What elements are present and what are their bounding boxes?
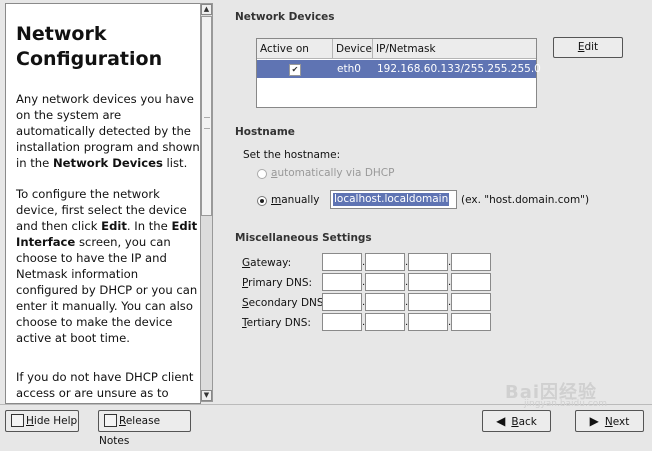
manual-radio-label[interactable]: manually: [271, 194, 319, 206]
misc-field-label: Secondary DNS:: [242, 297, 328, 309]
back-button[interactable]: ◀ Back: [482, 410, 551, 432]
scroll-down-icon[interactable]: ▼: [201, 390, 212, 401]
misc-settings-heading: Miscellaneous Settings: [235, 232, 372, 244]
ip-octet-input[interactable]: [365, 273, 405, 291]
hostname-example: (ex. "host.domain.com"): [461, 194, 590, 206]
watermark-url: jingyan.baidu.com: [524, 399, 608, 409]
help-title: Network Configuration: [16, 23, 163, 70]
ip-octet-input[interactable]: [451, 313, 491, 331]
network-devices-heading: Network Devices: [235, 11, 335, 23]
release-notes-button[interactable]: Release Notes: [98, 410, 191, 447]
help-paragraph-3: If you do not have DHCP client access or…: [16, 370, 194, 400]
dhcp-radio-label[interactable]: automatically via DHCP: [271, 167, 394, 179]
scroll-up-icon[interactable]: ▲: [201, 4, 212, 15]
hostname-heading: Hostname: [235, 126, 295, 138]
misc-field-label: Primary DNS:: [242, 277, 313, 289]
hide-help-button[interactable]: Hide Help: [5, 410, 79, 432]
ip-octet-input[interactable]: [408, 293, 448, 311]
ip-octet-input[interactable]: [322, 253, 362, 271]
help-paragraph-1: Any network devices you have on the syst…: [16, 92, 200, 170]
help-panel: Network Configuration Any network device…: [5, 3, 201, 404]
ip-octet-input[interactable]: [365, 313, 405, 331]
ip-octet-input[interactable]: [451, 273, 491, 291]
hostname-selected-text: localhost.localdomain: [333, 193, 450, 206]
help-paragraph-2: To configure the network device, first s…: [16, 187, 198, 345]
network-devices-table[interactable]: Active on Boot Device IP/Netmask ✔ eth0 …: [256, 38, 541, 108]
help-icon: [11, 414, 24, 427]
active-checkbox[interactable]: ✔: [257, 60, 333, 78]
dhcp-radio[interactable]: [257, 169, 267, 179]
scroll-thumb[interactable]: [201, 16, 212, 216]
misc-field-label: Gateway:: [242, 257, 292, 269]
column-header-active[interactable]: Active on Boot: [257, 39, 333, 75]
next-arrow-icon: ▶: [589, 414, 599, 428]
grip-icon: [204, 117, 210, 129]
ip-octet-input[interactable]: [408, 273, 448, 291]
hostname-input[interactable]: localhost.localdomain: [330, 190, 457, 209]
misc-field-label: Tertiary DNS:: [242, 317, 311, 329]
next-button[interactable]: ▶ Next: [575, 410, 644, 432]
ip-octet-input[interactable]: [322, 273, 362, 291]
help-scrollbar[interactable]: ▲ ▼: [200, 3, 213, 402]
device-cell: eth0: [337, 63, 361, 75]
column-header-device[interactable]: Device: [333, 39, 373, 59]
ip-octet-input[interactable]: [408, 253, 448, 271]
ip-octet-input[interactable]: [365, 253, 405, 271]
back-arrow-icon: ◀: [496, 414, 506, 428]
column-header-ip[interactable]: IP/Netmask: [373, 39, 536, 59]
notes-icon: [104, 414, 117, 427]
ip-octet-input[interactable]: [451, 253, 491, 271]
ip-octet-input[interactable]: [451, 293, 491, 311]
ip-octet-input[interactable]: [322, 313, 362, 331]
set-hostname-label: Set the hostname:: [243, 149, 341, 161]
ip-netmask-cell: 192.168.60.133/255.255.255.0: [377, 63, 541, 75]
ip-octet-input[interactable]: [322, 293, 362, 311]
edit-button[interactable]: Edit: [553, 37, 623, 58]
ip-octet-input[interactable]: [365, 293, 405, 311]
ip-octet-input[interactable]: [408, 313, 448, 331]
manual-radio[interactable]: [257, 196, 267, 206]
